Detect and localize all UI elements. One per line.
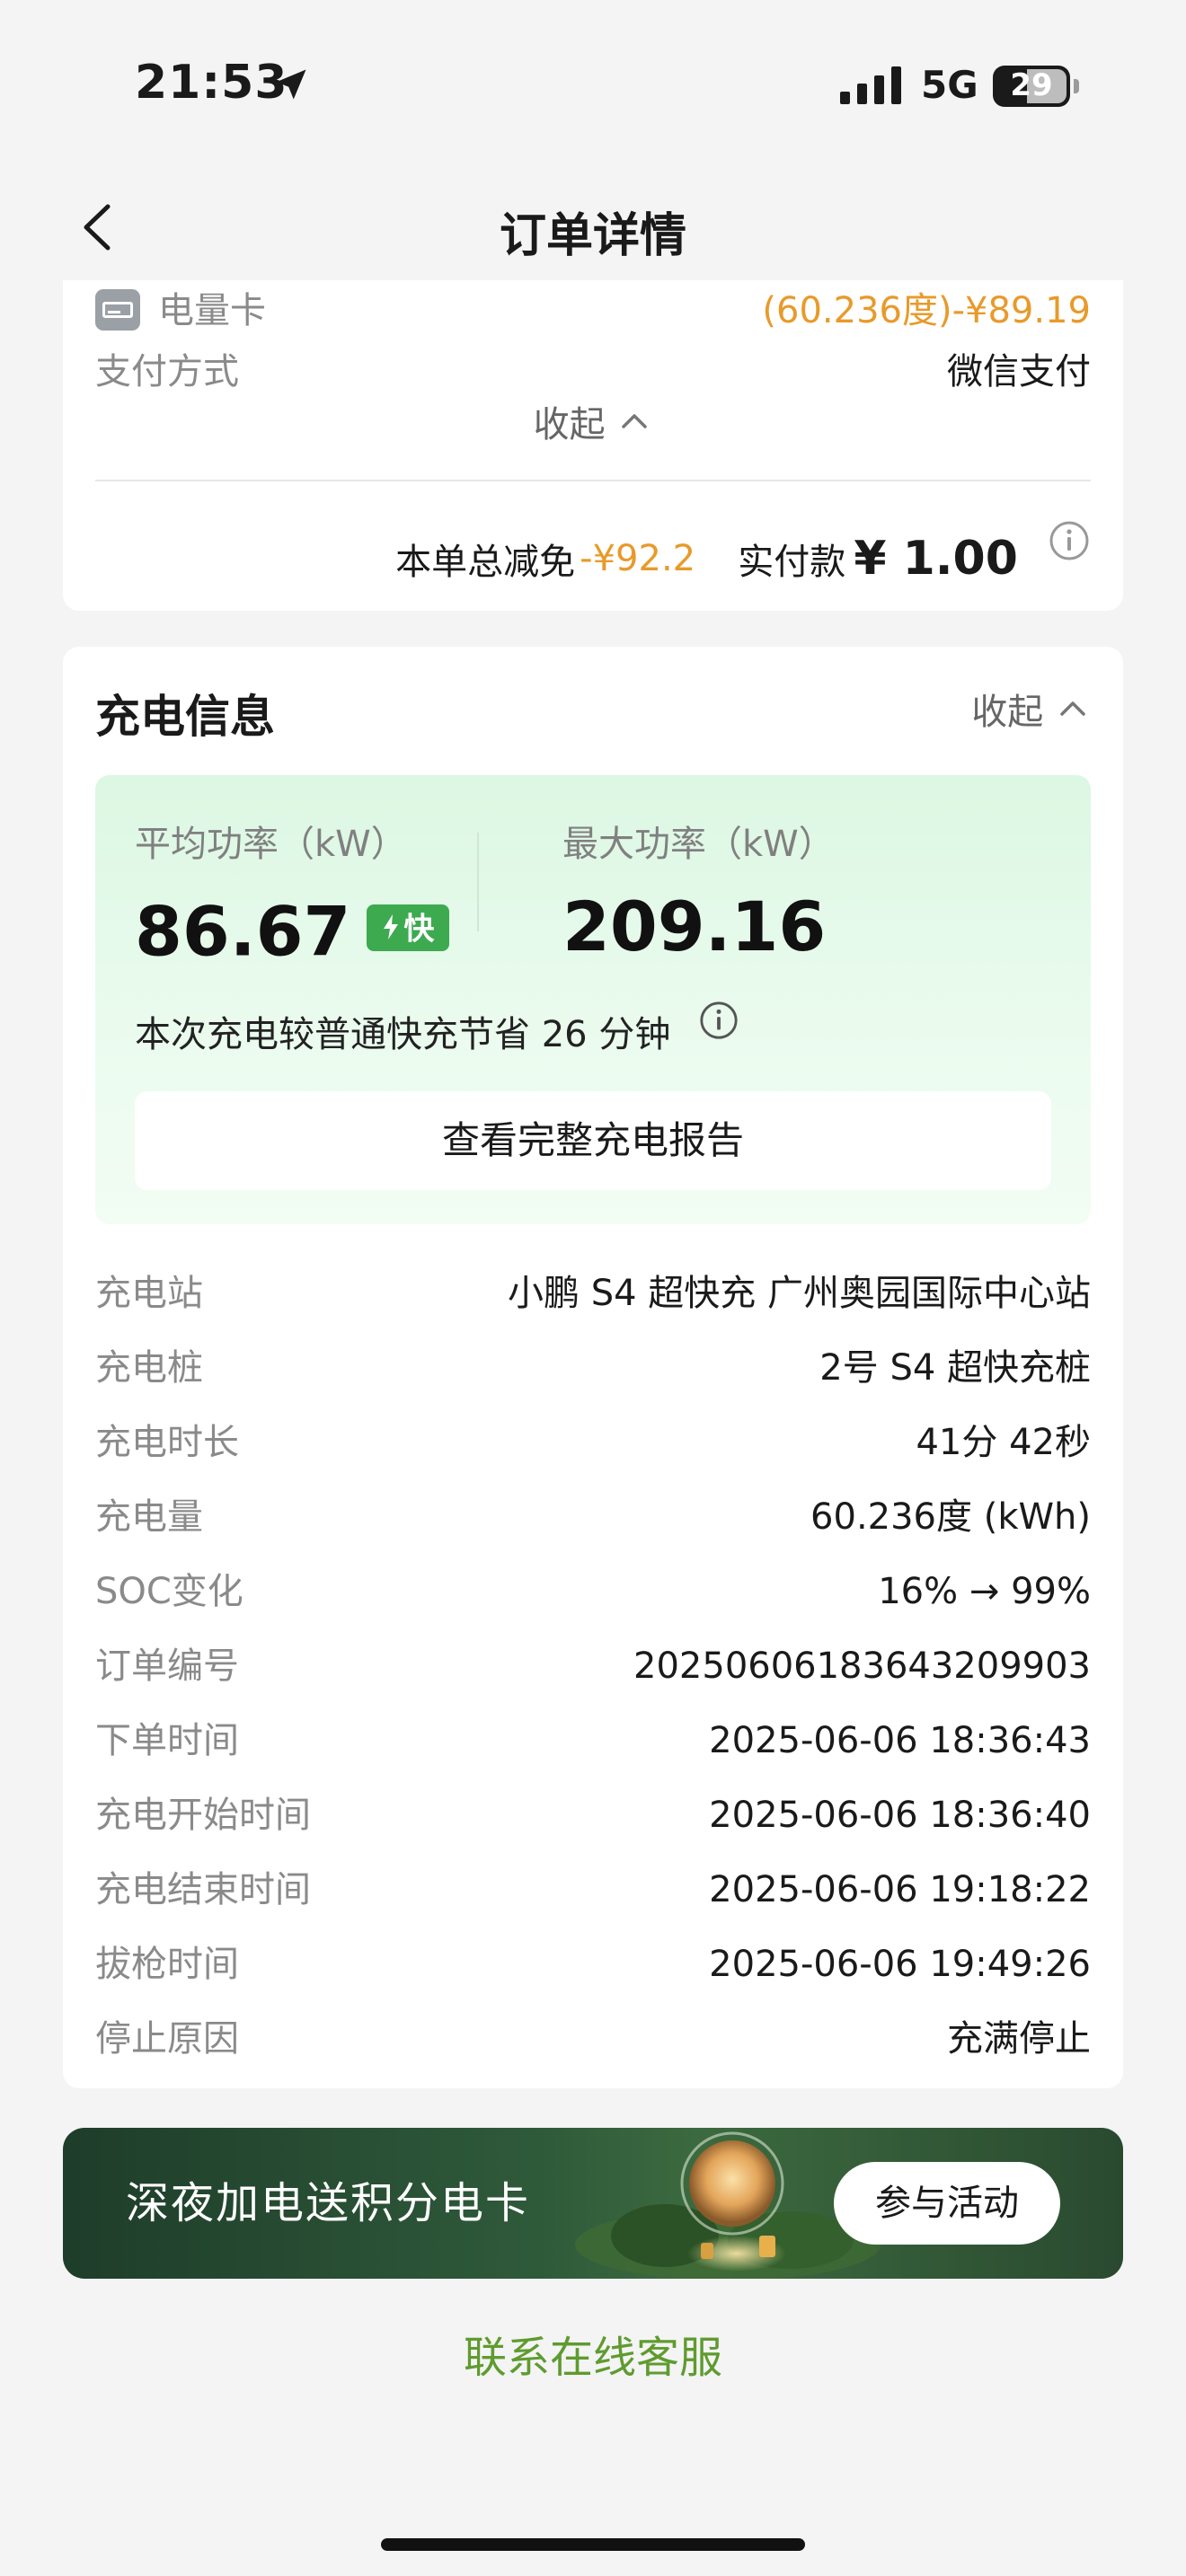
payment-method-value: 微信支付 bbox=[947, 351, 1091, 393]
chevron-up-icon bbox=[622, 414, 648, 428]
join-activity-button[interactable]: 参与活动 bbox=[834, 2162, 1060, 2245]
detail-row: 充电结束时间 2025-06-06 19:18:22 bbox=[95, 1863, 1091, 1917]
total-line: 本单总减免 -¥92.2 实付款 ¥ 1.00 bbox=[395, 519, 1091, 591]
avg-power-value-line: 86.67 快 bbox=[135, 887, 450, 972]
chevron-up-icon bbox=[1060, 701, 1085, 716]
metric-separator bbox=[477, 833, 479, 931]
payment-card: 电量卡 (60.236度)-¥89.19 支付方式 微信支付 收起 本单总减免 … bbox=[63, 280, 1123, 611]
max-power-value: 209.16 bbox=[562, 887, 827, 966]
detail-value: 2025-06-06 19:18:22 bbox=[709, 1869, 1091, 1910]
detail-label: 订单编号 bbox=[95, 1645, 239, 1687]
card-icon bbox=[95, 289, 140, 331]
discount-label: 本单总减免 bbox=[395, 541, 576, 583]
power-card-value: (60.236度)-¥89.19 bbox=[762, 290, 1091, 331]
power-card-label: 电量卡 bbox=[158, 290, 266, 331]
detail-label: SOC变化 bbox=[95, 1571, 243, 1612]
detail-label: 拔枪时间 bbox=[95, 1944, 239, 1985]
network-label: 5G bbox=[921, 63, 978, 107]
detail-label: 充电结束时间 bbox=[95, 1869, 311, 1910]
detail-value: 小鹏 S4 超快充 广州奥园国际中心站 bbox=[508, 1273, 1091, 1314]
detail-label: 充电桩 bbox=[95, 1347, 203, 1389]
info-icon[interactable] bbox=[698, 1000, 739, 1041]
detail-value: 20250606183643209903 bbox=[633, 1645, 1091, 1687]
fast-badge-label: 快 bbox=[403, 911, 435, 948]
payment-method-label: 支付方式 bbox=[95, 351, 239, 393]
divider bbox=[95, 480, 1091, 481]
home-indicator[interactable] bbox=[381, 2538, 805, 2551]
payment-collapse-label: 收起 bbox=[533, 404, 606, 446]
detail-row: 充电开始时间 2025-06-06 18:36:40 bbox=[95, 1788, 1091, 1842]
max-power-metric: 最大功率（kW） 209.16 bbox=[562, 815, 835, 966]
detail-label: 充电时长 bbox=[95, 1422, 239, 1463]
avg-power-metric: 平均功率（kW） 86.67 快 bbox=[135, 815, 450, 972]
status-time: 21:53 bbox=[135, 56, 288, 110]
page-title: 订单详情 bbox=[499, 209, 686, 263]
paid-label: 实付款 bbox=[738, 541, 846, 583]
time-saved-note: 本次充电较普通快充节省 26 分钟 bbox=[135, 1000, 739, 1057]
detail-value: 2号 S4 超快充桩 bbox=[819, 1347, 1091, 1389]
detail-label: 充电开始时间 bbox=[95, 1795, 311, 1836]
time-saved-text: 本次充电较普通快充节省 26 分钟 bbox=[135, 1014, 671, 1055]
avg-power-value: 86.67 bbox=[135, 891, 351, 972]
signal-icon bbox=[840, 66, 901, 104]
battery-icon: 29 bbox=[993, 66, 1070, 107]
order-detail-page: 21:53 5G 29 订单详情 电量卡 (60.236度)-¥89.19 支付… bbox=[0, 0, 1186, 2576]
detail-label: 停止原因 bbox=[95, 2018, 239, 2060]
detail-label: 充电量 bbox=[95, 1496, 203, 1538]
detail-row: 下单时间 2025-06-06 18:36:43 bbox=[95, 1714, 1091, 1768]
detail-row: 拔枪时间 2025-06-06 19:49:26 bbox=[95, 1937, 1091, 1991]
detail-value: 充满停止 bbox=[947, 2018, 1091, 2060]
charging-collapse-label: 收起 bbox=[971, 692, 1044, 733]
discount-value: -¥92.2 bbox=[580, 537, 696, 579]
detail-value: 41分 42秒 bbox=[916, 1422, 1091, 1463]
section-title: 充电信息 bbox=[95, 691, 275, 743]
detail-row: 充电量 60.236度 (kWh) bbox=[95, 1490, 1091, 1544]
detail-row: 停止原因 充满停止 bbox=[95, 2012, 1091, 2066]
detail-value: 16% → 99% bbox=[878, 1571, 1091, 1612]
battery-level-text: 29 bbox=[1010, 67, 1053, 103]
detail-value: 2025-06-06 18:36:40 bbox=[709, 1795, 1091, 1836]
view-report-button[interactable]: 查看完整充电报告 bbox=[135, 1091, 1051, 1190]
info-icon[interactable] bbox=[1048, 519, 1091, 562]
avg-power-label: 平均功率（kW） bbox=[135, 824, 407, 865]
promo-banner[interactable]: 深夜加电送积分电卡 参与活动 bbox=[63, 2128, 1123, 2279]
online-service-link[interactable]: 联系在线客服 bbox=[0, 2322, 1186, 2385]
detail-label: 下单时间 bbox=[95, 1720, 239, 1761]
paid-value: ¥ 1.00 bbox=[854, 531, 1018, 586]
charging-collapse-button[interactable]: 收起 bbox=[971, 683, 1091, 735]
battery-nub bbox=[1074, 79, 1079, 93]
detail-label: 充电站 bbox=[95, 1273, 203, 1314]
detail-row: 充电时长 41分 42秒 bbox=[95, 1416, 1091, 1469]
bolt-icon bbox=[384, 913, 399, 940]
detail-row: 充电桩 2号 S4 超快充桩 bbox=[95, 1341, 1091, 1395]
detail-value: 2025-06-06 18:36:43 bbox=[709, 1720, 1091, 1761]
detail-row: 充电站 小鹏 S4 超快充 广州奥园国际中心站 bbox=[95, 1266, 1091, 1320]
status-bar: 21:53 5G 29 bbox=[0, 0, 1186, 153]
power-summary-box: 平均功率（kW） 86.67 快 最大功率（kW） 209.16 本次充电较普通快… bbox=[95, 775, 1091, 1224]
back-chevron-icon[interactable] bbox=[72, 196, 126, 259]
fast-badge: 快 bbox=[367, 904, 450, 951]
power-card-row: 电量卡 (60.236度)-¥89.19 bbox=[95, 284, 1091, 338]
detail-row: 订单编号 20250606183643209903 bbox=[95, 1639, 1091, 1693]
detail-value: 60.236度 (kWh) bbox=[810, 1496, 1091, 1538]
nav-bar: 订单详情 bbox=[0, 171, 1186, 287]
payment-collapse-button[interactable]: 收起 bbox=[63, 395, 1123, 458]
location-arrow-icon bbox=[276, 69, 306, 100]
max-power-label: 最大功率（kW） bbox=[562, 824, 835, 865]
promo-text: 深夜加电送积分电卡 bbox=[126, 2178, 531, 2228]
detail-value: 2025-06-06 19:49:26 bbox=[709, 1944, 1091, 1985]
detail-row: SOC变化 16% → 99% bbox=[95, 1565, 1091, 1619]
payment-method-row: 支付方式 微信支付 bbox=[95, 345, 1091, 399]
charging-info-card: 充电信息 收起 平均功率（kW） 86.67 快 最大功率（kW） 209.16 … bbox=[63, 647, 1123, 2088]
